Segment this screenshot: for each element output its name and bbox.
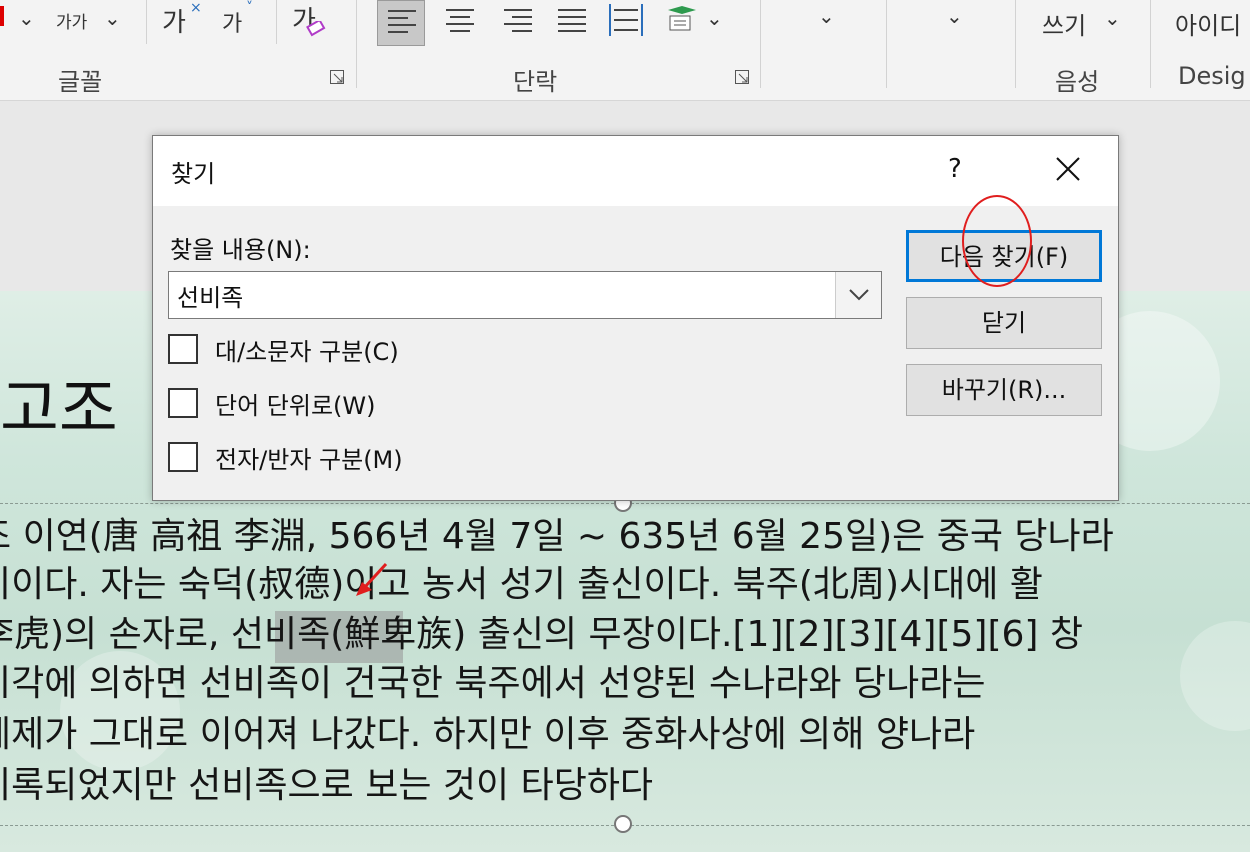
find-dialog: 찾기 ? 찾을 내용(N): 대/소문자 구분(C) 단어 단위로(W) 전자/… <box>152 135 1119 501</box>
ribbon: ⌄ 가가 ⌄ 가 × 가 ˅ 가 글꼴 ⌄ 단락 ⌄ ⌄ 쓰기 ⌄ 음성 아이디… <box>0 0 1250 101</box>
align-left-icon <box>388 10 416 33</box>
font-dropdown-arrow[interactable]: ⌄ <box>18 6 35 30</box>
align-center-icon[interactable] <box>440 0 480 40</box>
red-circle-annotation <box>962 195 1032 287</box>
body-text-line[interactable]: 이이다. 자는 숙덕(叔德)이고 농서 성기 출신이다. 북주(北周)시대에 활 <box>0 562 1043 608</box>
find-history-dropdown[interactable] <box>835 272 881 318</box>
dialog-titlebar[interactable]: 찾기 ? <box>153 136 1118 206</box>
font-color-swatch[interactable] <box>0 6 4 26</box>
find-what-label: 찾을 내용(N): <box>170 236 311 264</box>
help-button[interactable]: ? <box>948 154 962 184</box>
font-dialog-launcher-icon[interactable] <box>330 70 344 84</box>
shrink-font-button[interactable]: 가 <box>222 6 242 38</box>
whole-words-checkbox[interactable] <box>168 388 198 418</box>
find-what-input[interactable] <box>169 272 833 318</box>
width-sensitive-label: 전자/반자 구분(M) <box>215 446 403 474</box>
body-text-line[interactable]: 조 이연(唐 高祖 李淵, 566년 4월 7일 ~ 635년 6월 25일)은… <box>0 514 1114 560</box>
distributed-align-icon[interactable] <box>606 0 646 40</box>
replace-button[interactable]: 바꾸기(R)... <box>906 364 1102 416</box>
body-text-line[interactable]: 시각에 의하면 선비족이 건국한 북주에서 선양된 수나라와 당나라는 <box>0 661 985 707</box>
match-case-label: 대/소문자 구분(C) <box>215 338 399 366</box>
dictate-button[interactable]: 쓰기 <box>1042 6 1086 41</box>
dictate-dropdown[interactable]: ⌄ <box>1104 6 1121 30</box>
whole-words-label: 단어 단위로(W) <box>215 392 376 420</box>
text-direction-icon[interactable] <box>666 2 702 38</box>
find-what-combobox[interactable] <box>168 271 882 319</box>
group-label-voice: 음성 <box>1055 68 1100 96</box>
group-label-paragraph: 단락 <box>513 68 558 96</box>
resize-handle-bottom[interactable] <box>614 815 632 833</box>
justify-icon[interactable] <box>552 0 592 40</box>
match-case-checkbox[interactable] <box>168 334 198 364</box>
change-case-button[interactable]: 가가 <box>56 8 87 33</box>
change-case-dropdown[interactable]: ⌄ <box>104 6 121 30</box>
slide-title[interactable]: 고조 <box>0 358 118 450</box>
grow-font-icon: × <box>190 0 202 16</box>
chevron-down-icon <box>849 289 869 301</box>
body-text-line[interactable]: 체제가 그대로 이어져 나갔다. 하지만 이후 중화사상에 의해 양나라 <box>0 712 975 758</box>
designer-ideas-button[interactable]: 아이디 <box>1175 6 1241 41</box>
group-label-font: 글꼴 <box>58 68 103 96</box>
width-sensitive-checkbox[interactable] <box>168 442 198 472</box>
align-right-icon[interactable] <box>498 0 538 40</box>
close-icon[interactable] <box>1053 154 1083 184</box>
paragraph-dialog-launcher-icon[interactable] <box>735 70 749 84</box>
red-arrow-annotation-icon <box>356 562 388 596</box>
grow-font-button[interactable]: 가 <box>162 2 186 39</box>
group-label-designer: Desig <box>1178 62 1246 90</box>
shrink-font-icon: ˅ <box>246 0 253 16</box>
dialog-title: 찾기 <box>171 160 216 188</box>
body-text-line[interactable]: 기록되었지만 선비족으로 보는 것이 타당하다 <box>0 763 653 809</box>
text-direction-dropdown[interactable]: ⌄ <box>706 6 723 30</box>
body-text-line[interactable]: 李虎)의 손자로, 선비족(鮮卑族) 출신의 무장이다.[1][2][3][4]… <box>0 612 1083 658</box>
drawing-dropdown-1[interactable]: ⌄ <box>818 4 835 28</box>
align-left-button[interactable] <box>377 0 425 46</box>
eraser-icon <box>306 18 326 37</box>
close-button[interactable]: 닫기 <box>906 297 1102 349</box>
drawing-dropdown-2[interactable]: ⌄ <box>946 4 963 28</box>
